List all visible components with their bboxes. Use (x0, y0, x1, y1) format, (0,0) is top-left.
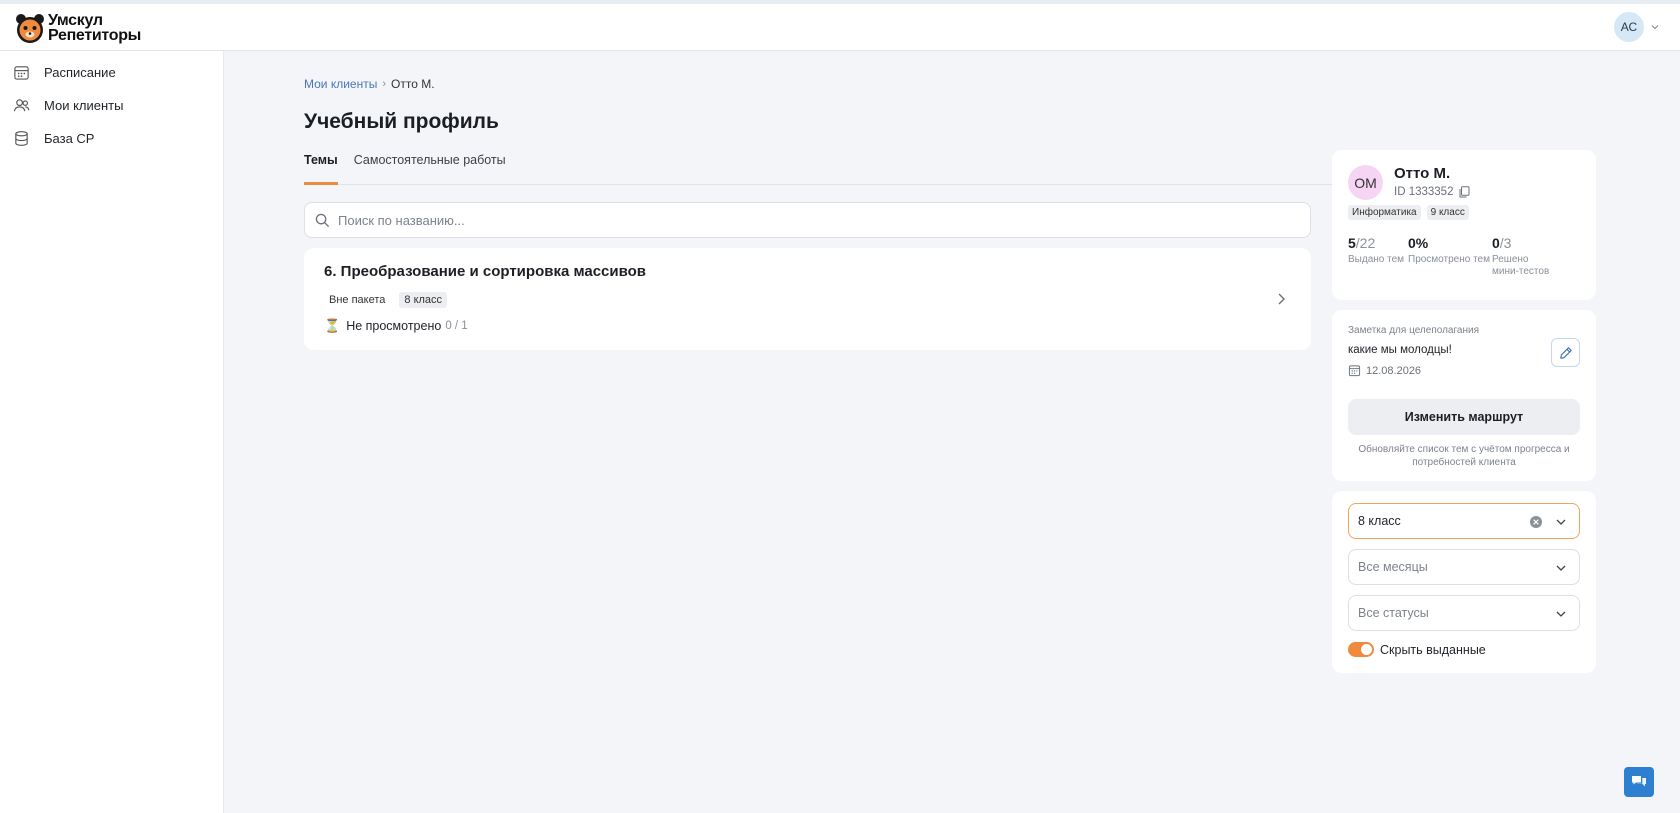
copy-icon[interactable] (1458, 186, 1470, 198)
class-select-value: 8 класс (1358, 514, 1401, 528)
hide-issued-row: Скрыть выданные (1348, 642, 1486, 657)
stat-viewed: 0% Просмотрено тем (1408, 235, 1492, 278)
student-tags: Информатика 9 класс (1348, 205, 1475, 220)
stat-total: /3 (1499, 235, 1512, 251)
search-icon (315, 213, 330, 227)
breadcrumb-current: Отто М. (391, 77, 435, 91)
app-header: Умскул Репетиторы АС (0, 4, 1680, 51)
pencil-icon (1559, 346, 1572, 359)
clear-icon[interactable] (1529, 515, 1543, 529)
search-input[interactable] (338, 212, 1238, 228)
logo[interactable]: Умскул Репетиторы (14, 12, 141, 44)
filters-card: 8 класс Все месяцы Все статусы Скрыть вы… (1332, 491, 1596, 673)
months-select-placeholder: Все месяцы (1358, 560, 1428, 574)
chevron-down-icon (1556, 565, 1566, 571)
user-menu[interactable]: АС (1614, 12, 1660, 42)
note-label: Заметка для целеполагания (1348, 325, 1479, 336)
topic-tag-package: Вне пакета (329, 294, 386, 306)
stat-label: Просмотрено тем (1408, 254, 1490, 265)
student-stats: 5/22 Выдано тем 0% Просмотрено тем 0/3 Р… (1348, 235, 1552, 278)
hide-issued-label: Скрыть выданные (1380, 642, 1486, 657)
status-select-placeholder: Все статусы (1358, 606, 1429, 620)
hide-issued-toggle[interactable] (1348, 642, 1374, 657)
sidebar: Расписание Мои клиенты База СР (0, 51, 224, 813)
months-select[interactable]: Все месяцы (1348, 549, 1580, 585)
sidebar-item-label: Расписание (44, 65, 116, 80)
student-id: ID 1333352 (1394, 186, 1470, 198)
database-icon (15, 131, 28, 146)
chevron-down-icon (1651, 25, 1659, 30)
stat-total: /22 (1355, 235, 1376, 251)
logo-line1: Умскул (48, 12, 103, 29)
sidebar-item-database[interactable]: База СР (0, 122, 223, 155)
bear-logo-icon (16, 14, 44, 43)
breadcrumb-clients-link[interactable]: Мои клиенты (304, 77, 377, 91)
chevron-down-icon (1556, 611, 1566, 617)
stat-value: 5 (1348, 235, 1356, 251)
topic-tags: Вне пакета 8 класс (324, 292, 456, 308)
breadcrumb: Мои клиенты › Отто М. (304, 77, 435, 91)
note-date-text: 12.08.2026 (1366, 364, 1422, 377)
topic-card[interactable]: 6. Преобразование и сортировка массивов … (304, 248, 1311, 350)
page-title: Учебный профиль (304, 110, 499, 133)
hourglass-icon: ⏳ (324, 318, 341, 333)
sidebar-item-schedule[interactable]: Расписание (0, 56, 223, 89)
goal-note-card: Заметка для целеполагания какие мы молод… (1332, 310, 1596, 481)
toggle-knob (1361, 644, 1372, 655)
topic-tag-class: 8 класс (399, 292, 448, 308)
student-tag-class: 9 класс (1426, 205, 1469, 220)
stat-value: 0 (1492, 235, 1500, 251)
calendar-icon (14, 66, 29, 80)
student-tag-subject: Информатика (1348, 205, 1421, 220)
chevron-right-icon[interactable] (1275, 292, 1287, 306)
users-icon (13, 99, 30, 112)
calendar-icon (1348, 365, 1361, 377)
stat-value: 0% (1408, 235, 1429, 251)
edit-note-button[interactable] (1551, 338, 1580, 367)
chevron-right-icon: › (382, 78, 387, 90)
status-select[interactable]: Все статусы (1348, 595, 1580, 631)
topic-status-count: 0 / 1 (445, 320, 468, 332)
note-text: какие мы молодцы! (1348, 344, 1452, 356)
student-card: ОМ Отто М. ID 1333352 Информатика 9 клас… (1332, 150, 1596, 300)
note-date: 12.08.2026 (1348, 364, 1421, 377)
sidebar-item-label: База СР (44, 131, 95, 146)
student-id-text: ID 1333352 (1394, 186, 1454, 198)
class-select[interactable]: 8 класс (1348, 503, 1580, 539)
topic-title: 6. Преобразование и сортировка массивов (324, 263, 647, 280)
search-box[interactable] (304, 202, 1311, 238)
topic-status-text: Не просмотрено (346, 319, 442, 333)
tab-topics[interactable]: Темы (304, 150, 338, 185)
route-hint: Обновляйте список тем с учётом прогресса… (1358, 444, 1570, 468)
chat-button[interactable] (1624, 767, 1654, 797)
chat-icon (1632, 776, 1646, 787)
student-avatar: ОМ (1348, 165, 1383, 200)
user-avatar[interactable]: АС (1614, 12, 1644, 42)
stat-label: Решено мини-тестов (1492, 254, 1550, 277)
stat-solved: 0/3 Решено мини-тестов (1492, 235, 1552, 278)
stat-label: Выдано тем (1348, 254, 1405, 265)
sidebar-item-clients[interactable]: Мои клиенты (0, 89, 223, 122)
chevron-down-icon (1556, 519, 1566, 525)
stat-issued: 5/22 Выдано тем (1348, 235, 1408, 278)
topic-status: ⏳ Не просмотрено 0 / 1 (324, 318, 468, 334)
sidebar-item-label: Мои клиенты (44, 98, 124, 113)
logo-line2: Репетиторы (48, 27, 142, 44)
change-route-button[interactable]: Изменить маршрут (1348, 399, 1580, 435)
tab-independent-works[interactable]: Самостоятельные работы (354, 150, 506, 185)
student-name: Отто М. (1394, 165, 1451, 182)
